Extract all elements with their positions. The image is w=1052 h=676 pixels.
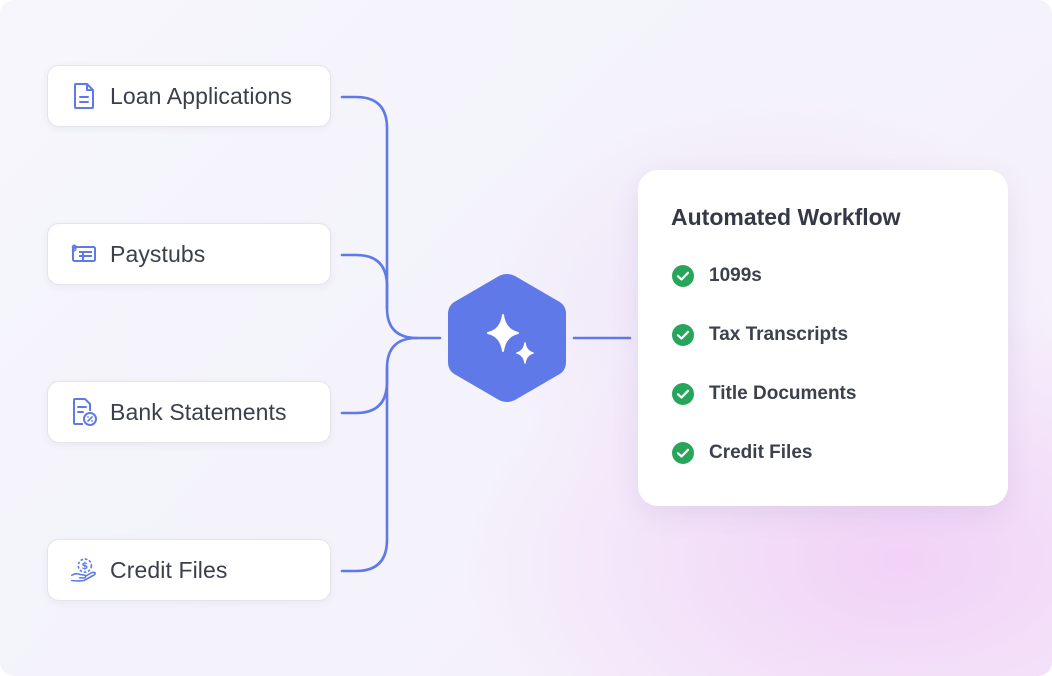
workflow-item: Tax Transcripts	[671, 318, 1008, 352]
workflow-diagram: Loan Applications $ Paystubs Bank Statem…	[0, 0, 1052, 676]
source-label: Bank Statements	[110, 398, 287, 425]
check-circle-icon	[672, 442, 694, 464]
statement-percent-icon	[70, 398, 98, 426]
workflow-item-label: Credit Files	[709, 442, 813, 463]
workflow-item: Credit Files	[671, 436, 1008, 470]
check-circle-icon	[672, 265, 694, 287]
panel-title: Automated Workflow	[671, 204, 901, 230]
source-label: Paystubs	[110, 240, 206, 267]
source-label: Credit Files	[110, 556, 228, 583]
workflow-item-label: 1099s	[709, 265, 762, 286]
workflow-item: 1099s	[671, 259, 1008, 293]
source-card-paystubs: $ Paystubs	[47, 223, 331, 285]
ai-hub	[446, 272, 568, 404]
source-card-loan-applications: Loan Applications	[47, 65, 331, 127]
paystub-icon: $	[70, 240, 98, 268]
check-circle-icon	[672, 324, 694, 346]
hand-dollar-icon: $	[70, 556, 98, 584]
workflow-item-label: Tax Transcripts	[709, 324, 849, 345]
svg-text:$: $	[71, 244, 77, 254]
connector-loan-applications	[340, 95, 442, 340]
svg-text:$: $	[82, 561, 89, 572]
document-icon	[70, 82, 98, 110]
connector-paystubs	[340, 253, 389, 310]
source-card-credit-files: $ Credit Files	[47, 539, 331, 601]
source-label: Loan Applications	[110, 82, 293, 109]
check-circle-icon	[672, 383, 694, 405]
connector-bank-statements	[340, 336, 419, 415]
automated-workflow-panel: Automated Workflow 1099s Tax Transcripts…	[638, 170, 1008, 506]
source-card-bank-statements: Bank Statements	[47, 381, 331, 443]
workflow-item-label: Title Documents	[709, 383, 857, 404]
workflow-item: Title Documents	[671, 377, 1008, 411]
connector-credit-files	[340, 366, 389, 573]
